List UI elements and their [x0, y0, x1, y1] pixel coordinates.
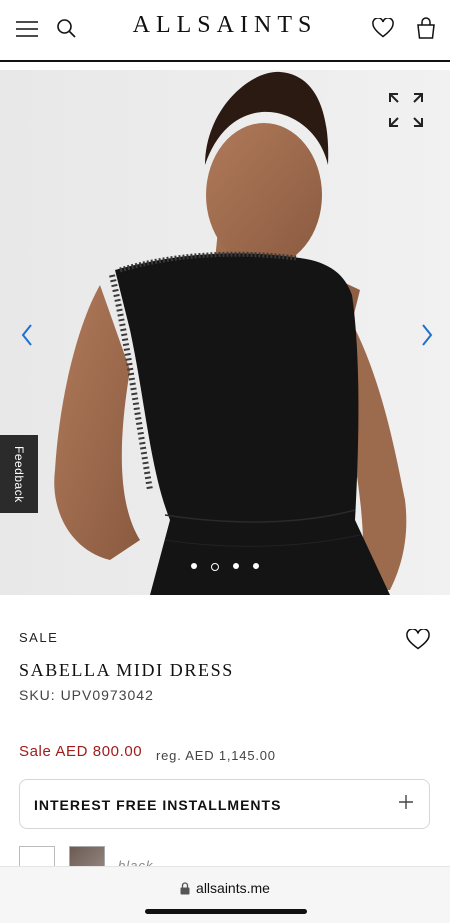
- carousel-dot-active[interactable]: [211, 563, 219, 571]
- installments-accordion[interactable]: INTEREST FREE INSTALLMENTS: [19, 779, 430, 829]
- chevron-right-icon[interactable]: [416, 318, 438, 352]
- sale-badge: SALE: [19, 630, 59, 645]
- lock-icon: [180, 881, 190, 894]
- regular-price: reg. AED 1,145.00: [156, 748, 276, 763]
- plus-icon: [399, 795, 413, 809]
- product-title: SABELLA MIDI DRESS: [19, 660, 234, 680]
- feedback-tab[interactable]: Feedback: [0, 435, 38, 513]
- expand-icon[interactable]: [386, 90, 426, 130]
- product-image-carousel[interactable]: [0, 70, 450, 595]
- chevron-left-icon[interactable]: [16, 318, 38, 352]
- product-sku: SKU: UPV0973042: [19, 687, 154, 703]
- carousel-dot[interactable]: [253, 563, 259, 569]
- heart-icon[interactable]: [404, 626, 432, 652]
- carousel-dot[interactable]: [191, 563, 197, 569]
- sale-price: Sale AED 800.00: [19, 743, 143, 760]
- carousel-dot[interactable]: [233, 563, 239, 569]
- site-header: ALLSAINTS: [0, 0, 450, 60]
- installments-label: INTEREST FREE INSTALLMENTS: [34, 797, 282, 813]
- header-divider: [0, 60, 450, 62]
- url-text: allsaints.me: [196, 880, 270, 896]
- shopping-bag-icon[interactable]: [412, 14, 440, 42]
- home-indicator: [145, 909, 307, 914]
- heart-icon[interactable]: [369, 15, 397, 41]
- feedback-label: Feedback: [12, 445, 26, 503]
- product-image: [0, 70, 450, 595]
- browser-url-bar[interactable]: allsaints.me: [0, 866, 450, 923]
- carousel-pagination: [0, 563, 450, 571]
